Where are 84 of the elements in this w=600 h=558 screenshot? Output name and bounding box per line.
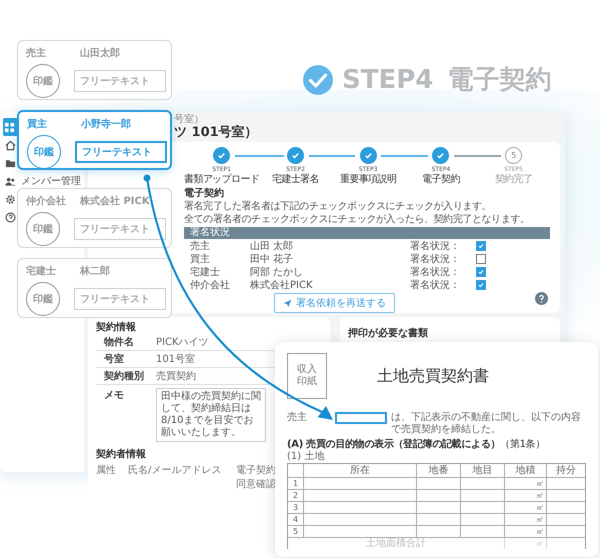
signer-card[interactable]: 宅建士 林二郎 印鑑 フリーテキスト xyxy=(17,258,172,318)
table-cell: ㎡ xyxy=(505,502,547,513)
seal-circle: 印鑑 xyxy=(26,282,60,316)
table-cell-text: 署名状況： xyxy=(410,252,461,266)
table-cell-text: 署名状況： xyxy=(410,278,461,292)
headline-step: STEP4 xyxy=(342,64,434,94)
signer-name: 山田太郎 xyxy=(80,46,120,60)
page-title: ツ 101号室） xyxy=(174,125,259,140)
column-header: 氏名/メールアドレス xyxy=(128,464,222,477)
table-cell-text: 山田 太郎 xyxy=(250,240,294,252)
table-cell: ㎡ xyxy=(505,526,547,537)
section-heading: 契約情報 xyxy=(96,321,137,334)
step-label: 重要事項説明 xyxy=(340,174,396,186)
free-text-field[interactable]: フリーテキスト xyxy=(74,288,166,310)
table-cell: ㎡ xyxy=(505,478,547,489)
table-cell-text: 阿部 たかし xyxy=(250,266,304,278)
column-header: 持分 xyxy=(555,464,577,477)
section-heading: (A) 売買の目的物の表示（登記簿の記載による）（第1条） xyxy=(287,438,546,450)
column-header: 地積 xyxy=(505,464,547,477)
section-heading: 契約者情報 xyxy=(96,448,146,461)
table-cell: ㎡ xyxy=(505,538,547,549)
table-cell: 3 xyxy=(288,502,304,513)
signer-role: 売主 xyxy=(26,46,47,60)
signer-name: 株式会社 PICK xyxy=(80,194,150,208)
description-text: 署名完了した署名者は下記のチェックボックスにチェックが入ります。 xyxy=(184,200,492,213)
field-label: 契約種別 xyxy=(103,370,145,383)
seal-circle: 印鑑 xyxy=(26,212,60,246)
table-cell-text: 株式会社PICK xyxy=(250,278,314,292)
signer-name: 小野寺一郎 xyxy=(81,117,131,131)
table-header: 署名状況 xyxy=(184,227,550,239)
document-text: は、下記表示の不動産に関し、以下の内容で売買契約を締結した。 xyxy=(391,412,582,436)
table-cell: ㎡ xyxy=(505,514,547,525)
free-text-field[interactable]: フリーテキスト xyxy=(74,70,166,92)
section-heading: 電子契約 xyxy=(184,187,225,200)
table-cell-text: 田中 花子 xyxy=(250,252,294,266)
step-label: 書類アップロード xyxy=(184,174,260,186)
signer-name: 林二郎 xyxy=(80,264,110,278)
table-cell: ㎡ xyxy=(505,490,547,501)
table-cell: 1 xyxy=(288,478,304,489)
document-text: 売主 xyxy=(287,412,307,424)
step-label: 電子契約 xyxy=(422,174,460,186)
seal-circle: 印鑑 xyxy=(27,135,61,169)
table-cell: 5 xyxy=(288,526,304,537)
table-cell-text: 買主 xyxy=(189,252,211,266)
seal-circle: 印鑑 xyxy=(26,64,60,98)
section-heading: 押印が必要な書類 xyxy=(348,328,428,339)
memo-field[interactable]: 田中様の売買契約に関して、契約締結日は8/10までを目安でお願いいたします。 xyxy=(156,388,266,442)
field-label: 物件名 xyxy=(102,336,135,349)
resend-button[interactable]: 署名依頼を再送する xyxy=(274,293,395,313)
step-label: 宅建士署名 xyxy=(272,174,320,186)
document-title: 土地売買契約書 xyxy=(377,366,489,386)
signer-role: 買主 xyxy=(27,117,48,131)
field-label: 号室 xyxy=(103,352,125,366)
sidebar-item[interactable]: メンバー管理 xyxy=(0,172,81,190)
signer-role: 宅建士 xyxy=(26,264,57,278)
description-text: 全ての署名者のチェックボックスにチェックが入ったら、契約完了となります。 xyxy=(184,213,531,226)
column-header: 属性 xyxy=(96,464,117,477)
step-circle: 5 xyxy=(505,147,522,164)
subsection-heading: (1) 土地 xyxy=(287,451,326,462)
stamp-box: 収入印紙 xyxy=(287,353,327,399)
signer-card[interactable]: 仲介会社 株式会社 PICK 印鑑 フリーテキスト xyxy=(17,188,172,248)
column-header: 地目 xyxy=(461,464,505,477)
field-value: 売買契約 xyxy=(156,370,196,383)
signer-card[interactable]: 買主 小野寺一郎 印鑑 フリーテキスト xyxy=(17,110,172,170)
field-value: PICKハイツ xyxy=(156,336,209,349)
headline-title: 電子契約 xyxy=(447,64,552,97)
table-cell-text: 売主 xyxy=(189,240,211,252)
table-cell: 土地面積合計 xyxy=(288,538,505,549)
table-cell-text: 仲介会社 xyxy=(189,278,231,292)
table-cell-text: 宅建士 xyxy=(189,266,221,278)
field-value: 101号室 xyxy=(156,352,196,366)
free-text-field[interactable]: フリーテキスト xyxy=(75,141,167,163)
column-header: 地番 xyxy=(417,464,461,477)
table-cell: 4 xyxy=(288,514,304,525)
field-label: メモ xyxy=(103,389,125,402)
table-cell: 2 xyxy=(288,490,304,501)
step-label: 契約完了 xyxy=(494,174,532,186)
table-cell-text: 署名状況： xyxy=(410,266,461,278)
column-header: 所在 xyxy=(304,464,417,477)
table-cell-text: 署名状況： xyxy=(410,240,461,252)
free-text-field[interactable]: フリーテキスト xyxy=(74,218,166,240)
breadcrumb: 号室） xyxy=(174,114,205,125)
signer-card[interactable]: 売主 山田太郎 印鑑 フリーテキスト xyxy=(17,40,172,100)
signer-role: 仲介会社 xyxy=(26,194,67,208)
